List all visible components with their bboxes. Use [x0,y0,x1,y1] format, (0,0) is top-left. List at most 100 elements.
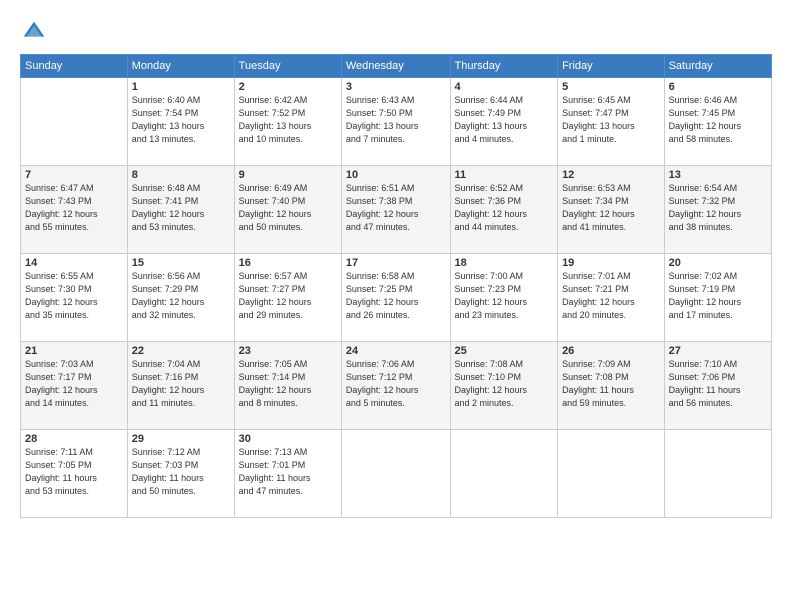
day-number: 17 [346,257,446,269]
day-number: 2 [239,81,337,93]
day-info: Sunrise: 7:02 AMSunset: 7:19 PMDaylight:… [669,270,767,322]
day-info: Sunrise: 6:56 AMSunset: 7:29 PMDaylight:… [132,270,230,322]
day-number: 24 [346,345,446,357]
header-friday: Friday [558,55,665,78]
day-number: 6 [669,81,767,93]
day-number: 19 [562,257,660,269]
day-number: 28 [25,433,123,445]
calendar-cell [21,78,128,166]
calendar-cell: 14Sunrise: 6:55 AMSunset: 7:30 PMDayligh… [21,254,128,342]
day-number: 8 [132,169,230,181]
day-number: 1 [132,81,230,93]
day-number: 5 [562,81,660,93]
day-info: Sunrise: 6:52 AMSunset: 7:36 PMDaylight:… [455,182,554,234]
calendar-cell: 5Sunrise: 6:45 AMSunset: 7:47 PMDaylight… [558,78,665,166]
calendar-header: SundayMondayTuesdayWednesdayThursdayFrid… [21,55,772,78]
calendar-cell: 17Sunrise: 6:58 AMSunset: 7:25 PMDayligh… [341,254,450,342]
calendar-cell: 20Sunrise: 7:02 AMSunset: 7:19 PMDayligh… [664,254,771,342]
day-number: 26 [562,345,660,357]
day-number: 29 [132,433,230,445]
calendar-cell: 18Sunrise: 7:00 AMSunset: 7:23 PMDayligh… [450,254,558,342]
day-info: Sunrise: 6:45 AMSunset: 7:47 PMDaylight:… [562,94,660,146]
header-wednesday: Wednesday [341,55,450,78]
day-number: 23 [239,345,337,357]
day-info: Sunrise: 6:55 AMSunset: 7:30 PMDaylight:… [25,270,123,322]
day-number: 10 [346,169,446,181]
calendar-cell: 21Sunrise: 7:03 AMSunset: 7:17 PMDayligh… [21,342,128,430]
day-info: Sunrise: 6:57 AMSunset: 7:27 PMDaylight:… [239,270,337,322]
calendar-cell: 7Sunrise: 6:47 AMSunset: 7:43 PMDaylight… [21,166,128,254]
day-number: 18 [455,257,554,269]
header-saturday: Saturday [664,55,771,78]
day-number: 25 [455,345,554,357]
calendar: SundayMondayTuesdayWednesdayThursdayFrid… [20,54,772,518]
calendar-cell: 27Sunrise: 7:10 AMSunset: 7:06 PMDayligh… [664,342,771,430]
calendar-cell: 19Sunrise: 7:01 AMSunset: 7:21 PMDayligh… [558,254,665,342]
day-info: Sunrise: 6:51 AMSunset: 7:38 PMDaylight:… [346,182,446,234]
day-info: Sunrise: 6:53 AMSunset: 7:34 PMDaylight:… [562,182,660,234]
day-info: Sunrise: 6:42 AMSunset: 7:52 PMDaylight:… [239,94,337,146]
week-row-3: 14Sunrise: 6:55 AMSunset: 7:30 PMDayligh… [21,254,772,342]
calendar-cell: 24Sunrise: 7:06 AMSunset: 7:12 PMDayligh… [341,342,450,430]
header-sunday: Sunday [21,55,128,78]
calendar-cell: 30Sunrise: 7:13 AMSunset: 7:01 PMDayligh… [234,430,341,518]
day-info: Sunrise: 6:44 AMSunset: 7:49 PMDaylight:… [455,94,554,146]
day-number: 13 [669,169,767,181]
day-number: 7 [25,169,123,181]
day-info: Sunrise: 6:54 AMSunset: 7:32 PMDaylight:… [669,182,767,234]
calendar-cell: 23Sunrise: 7:05 AMSunset: 7:14 PMDayligh… [234,342,341,430]
logo-icon [20,18,48,46]
header-thursday: Thursday [450,55,558,78]
day-number: 15 [132,257,230,269]
day-info: Sunrise: 7:03 AMSunset: 7:17 PMDaylight:… [25,358,123,410]
header-tuesday: Tuesday [234,55,341,78]
logo [20,18,52,46]
calendar-cell: 13Sunrise: 6:54 AMSunset: 7:32 PMDayligh… [664,166,771,254]
header-row: SundayMondayTuesdayWednesdayThursdayFrid… [21,55,772,78]
day-number: 4 [455,81,554,93]
day-info: Sunrise: 7:08 AMSunset: 7:10 PMDaylight:… [455,358,554,410]
day-info: Sunrise: 7:11 AMSunset: 7:05 PMDaylight:… [25,446,123,498]
day-number: 27 [669,345,767,357]
calendar-cell: 1Sunrise: 6:40 AMSunset: 7:54 PMDaylight… [127,78,234,166]
day-info: Sunrise: 7:01 AMSunset: 7:21 PMDaylight:… [562,270,660,322]
calendar-cell: 15Sunrise: 6:56 AMSunset: 7:29 PMDayligh… [127,254,234,342]
calendar-cell [341,430,450,518]
calendar-cell: 29Sunrise: 7:12 AMSunset: 7:03 PMDayligh… [127,430,234,518]
calendar-cell [450,430,558,518]
day-info: Sunrise: 7:06 AMSunset: 7:12 PMDaylight:… [346,358,446,410]
day-number: 22 [132,345,230,357]
day-number: 14 [25,257,123,269]
day-number: 21 [25,345,123,357]
week-row-2: 7Sunrise: 6:47 AMSunset: 7:43 PMDaylight… [21,166,772,254]
day-info: Sunrise: 7:00 AMSunset: 7:23 PMDaylight:… [455,270,554,322]
calendar-cell [558,430,665,518]
calendar-cell: 28Sunrise: 7:11 AMSunset: 7:05 PMDayligh… [21,430,128,518]
week-row-4: 21Sunrise: 7:03 AMSunset: 7:17 PMDayligh… [21,342,772,430]
calendar-cell: 22Sunrise: 7:04 AMSunset: 7:16 PMDayligh… [127,342,234,430]
day-info: Sunrise: 7:09 AMSunset: 7:08 PMDaylight:… [562,358,660,410]
day-info: Sunrise: 7:04 AMSunset: 7:16 PMDaylight:… [132,358,230,410]
calendar-cell: 8Sunrise: 6:48 AMSunset: 7:41 PMDaylight… [127,166,234,254]
day-number: 9 [239,169,337,181]
day-info: Sunrise: 6:40 AMSunset: 7:54 PMDaylight:… [132,94,230,146]
day-info: Sunrise: 7:10 AMSunset: 7:06 PMDaylight:… [669,358,767,410]
day-info: Sunrise: 6:46 AMSunset: 7:45 PMDaylight:… [669,94,767,146]
calendar-cell: 26Sunrise: 7:09 AMSunset: 7:08 PMDayligh… [558,342,665,430]
calendar-cell: 11Sunrise: 6:52 AMSunset: 7:36 PMDayligh… [450,166,558,254]
day-info: Sunrise: 6:49 AMSunset: 7:40 PMDaylight:… [239,182,337,234]
day-info: Sunrise: 6:43 AMSunset: 7:50 PMDaylight:… [346,94,446,146]
day-info: Sunrise: 6:47 AMSunset: 7:43 PMDaylight:… [25,182,123,234]
calendar-cell: 9Sunrise: 6:49 AMSunset: 7:40 PMDaylight… [234,166,341,254]
page-header [20,18,772,46]
header-monday: Monday [127,55,234,78]
day-number: 16 [239,257,337,269]
day-info: Sunrise: 7:05 AMSunset: 7:14 PMDaylight:… [239,358,337,410]
day-number: 30 [239,433,337,445]
calendar-cell: 25Sunrise: 7:08 AMSunset: 7:10 PMDayligh… [450,342,558,430]
calendar-cell: 16Sunrise: 6:57 AMSunset: 7:27 PMDayligh… [234,254,341,342]
calendar-cell: 10Sunrise: 6:51 AMSunset: 7:38 PMDayligh… [341,166,450,254]
week-row-5: 28Sunrise: 7:11 AMSunset: 7:05 PMDayligh… [21,430,772,518]
week-row-1: 1Sunrise: 6:40 AMSunset: 7:54 PMDaylight… [21,78,772,166]
calendar-cell: 2Sunrise: 6:42 AMSunset: 7:52 PMDaylight… [234,78,341,166]
